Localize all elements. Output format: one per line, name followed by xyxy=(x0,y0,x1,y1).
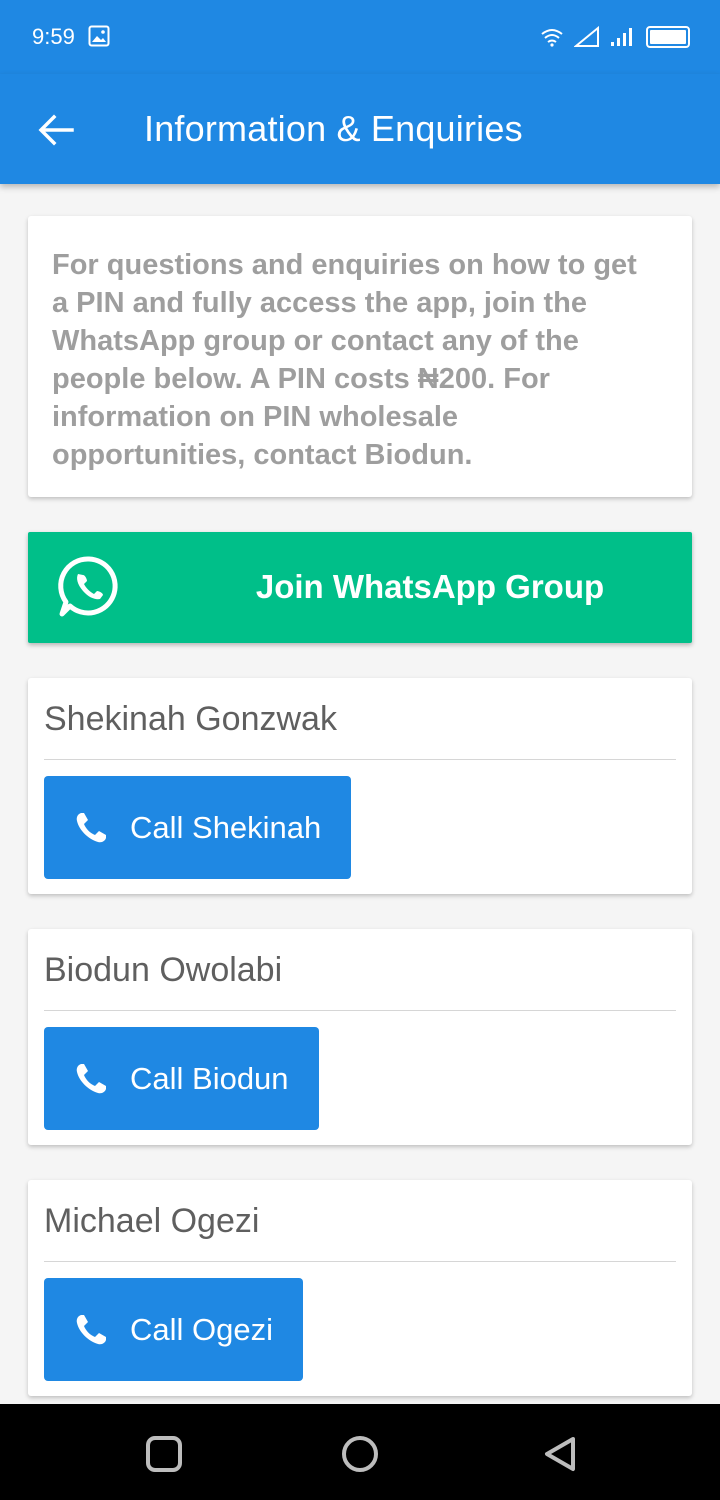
status-bar: 9:59 xyxy=(0,0,720,74)
status-icons xyxy=(540,26,690,48)
signal-icon xyxy=(574,26,599,47)
whatsapp-icon xyxy=(58,556,118,617)
divider xyxy=(44,1010,676,1011)
app-bar: Information & Enquiries xyxy=(0,74,720,184)
contact-name: Michael Ogezi xyxy=(44,1202,260,1240)
join-whatsapp-button[interactable]: Join WhatsApp Group xyxy=(28,532,692,643)
contact-card: Michael Ogezi Call Ogezi xyxy=(28,1180,692,1396)
call-ogezi-button[interactable]: Call Ogezi xyxy=(44,1278,303,1381)
contact-name: Biodun Owolabi xyxy=(44,951,283,989)
call-button-label: Call Biodun xyxy=(130,1060,289,1096)
signal-bars-icon xyxy=(611,28,632,46)
info-card: For questions and enquiries on how to ge… xyxy=(28,216,692,497)
call-biodun-button[interactable]: Call Biodun xyxy=(44,1027,319,1130)
back-triangle-icon[interactable] xyxy=(540,1434,580,1474)
info-text: For questions and enquiries on how to ge… xyxy=(52,249,637,471)
page-title: Information & Enquiries xyxy=(144,108,523,149)
phone-icon xyxy=(76,1063,106,1093)
contact-name: Shekinah Gonzwak xyxy=(44,700,337,738)
contact-card: Biodun Owolabi Call Biodun xyxy=(28,929,692,1145)
recents-square-icon[interactable] xyxy=(144,1434,184,1474)
call-button-label: Call Shekinah xyxy=(130,809,322,845)
call-shekinah-button[interactable]: Call Shekinah xyxy=(44,776,352,879)
system-nav-bar xyxy=(0,1404,720,1500)
divider xyxy=(44,1261,676,1262)
call-button-label: Call Ogezi xyxy=(130,1311,273,1347)
status-time: 9:59 xyxy=(32,24,75,49)
home-circle-icon[interactable] xyxy=(340,1434,380,1474)
battery-icon xyxy=(646,26,690,48)
arrow-left-icon[interactable] xyxy=(36,110,76,150)
wifi-icon xyxy=(541,29,563,47)
divider xyxy=(44,759,676,760)
phone-icon xyxy=(76,812,106,842)
whatsapp-button-label: Join WhatsApp Group xyxy=(255,568,605,605)
phone-icon xyxy=(76,1314,106,1344)
contact-card: Shekinah Gonzwak Call Shekinah xyxy=(28,678,692,894)
gallery-icon xyxy=(88,25,110,47)
